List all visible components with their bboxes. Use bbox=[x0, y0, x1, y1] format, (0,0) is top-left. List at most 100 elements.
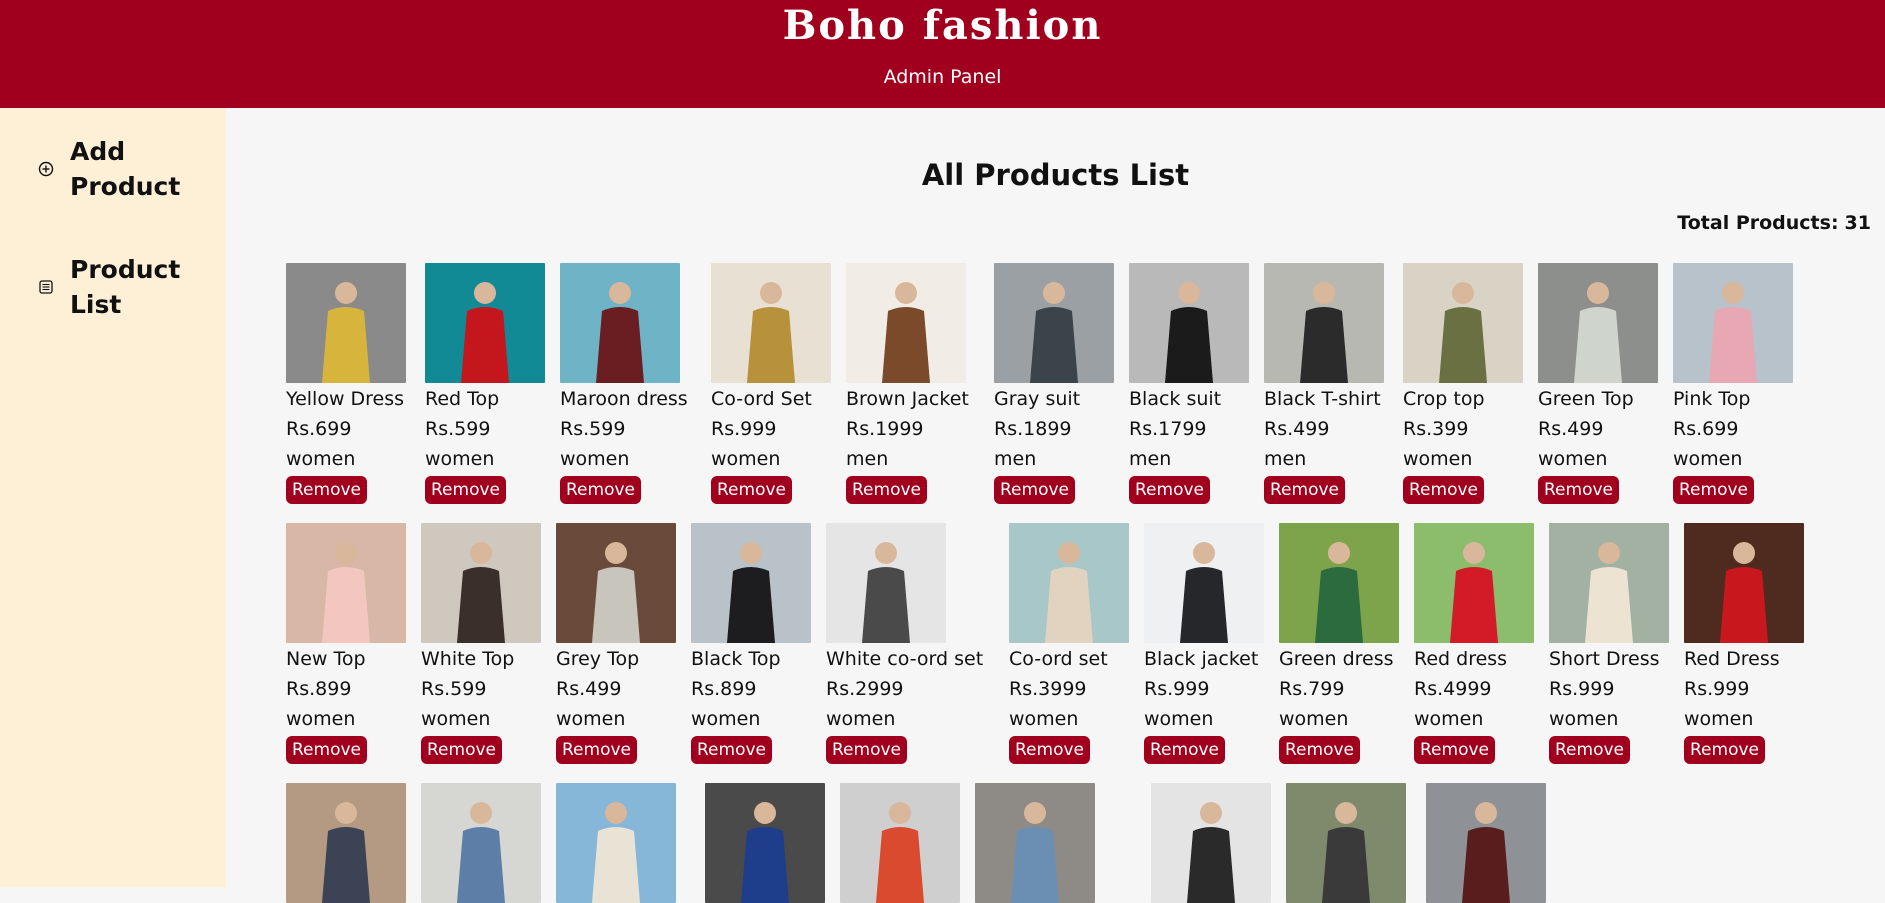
product-image bbox=[421, 783, 541, 903]
remove-button[interactable]: Remove bbox=[1549, 736, 1630, 764]
product-image bbox=[1549, 523, 1669, 643]
remove-button[interactable]: Remove bbox=[421, 736, 502, 764]
product-category: women bbox=[1673, 448, 1743, 470]
product-card: Red Dress Rs.999 women Remove bbox=[1684, 523, 1844, 764]
remove-button[interactable]: Remove bbox=[556, 736, 637, 764]
product-card: Black T-shirt Rs.499 men Remove bbox=[1264, 263, 1424, 504]
product-image bbox=[560, 263, 680, 383]
remove-button[interactable]: Remove bbox=[1009, 736, 1090, 764]
product-image bbox=[1279, 523, 1399, 643]
product-image bbox=[826, 523, 946, 643]
sidebar-item-label: Add Product bbox=[70, 137, 181, 201]
product-image bbox=[840, 783, 960, 903]
remove-button[interactable]: Remove bbox=[1673, 476, 1754, 504]
remove-button[interactable]: Remove bbox=[994, 476, 1075, 504]
remove-button[interactable]: Remove bbox=[1264, 476, 1345, 504]
product-category: women bbox=[286, 448, 356, 470]
product-image bbox=[846, 263, 966, 383]
product-name: Red Dress bbox=[1684, 648, 1780, 670]
product-image bbox=[1009, 523, 1129, 643]
product-price: Rs.599 bbox=[560, 418, 626, 440]
product-image bbox=[1144, 523, 1264, 643]
remove-button[interactable]: Remove bbox=[286, 736, 367, 764]
product-image bbox=[711, 263, 831, 383]
product-card: Pink Top Rs.699 women Remove bbox=[1673, 263, 1833, 504]
product-image bbox=[556, 783, 676, 903]
product-category: men bbox=[846, 448, 889, 470]
product-name: Maroon dress bbox=[560, 388, 688, 410]
product-name: White co-ord set bbox=[826, 648, 984, 670]
product-image bbox=[691, 523, 811, 643]
product-price: Rs.1999 bbox=[846, 418, 924, 440]
product-image bbox=[1403, 263, 1523, 383]
remove-button[interactable]: Remove bbox=[286, 476, 367, 504]
product-image bbox=[556, 523, 676, 643]
sidebar-item-product-list[interactable]: Product List bbox=[36, 252, 221, 322]
product-image bbox=[1129, 263, 1249, 383]
product-price: Rs.699 bbox=[286, 418, 352, 440]
product-image bbox=[705, 783, 825, 903]
list-icon bbox=[36, 277, 56, 297]
product-image bbox=[1673, 263, 1793, 383]
admin-panel-subtitle: Admin Panel bbox=[883, 66, 1002, 88]
remove-button[interactable]: Remove bbox=[846, 476, 927, 504]
product-image bbox=[994, 263, 1114, 383]
remove-button[interactable]: Remove bbox=[1414, 736, 1495, 764]
product-card bbox=[975, 783, 1135, 903]
sidebar-item-add-product[interactable]: Add Product bbox=[36, 134, 221, 204]
product-price: Rs.999 bbox=[1684, 678, 1750, 700]
remove-button[interactable]: Remove bbox=[1684, 736, 1765, 764]
product-name: Pink Top bbox=[1673, 388, 1751, 410]
product-card: Maroon dress Rs.599 women Remove bbox=[560, 263, 720, 504]
remove-button[interactable]: Remove bbox=[560, 476, 641, 504]
product-price: Rs.699 bbox=[1673, 418, 1739, 440]
product-card bbox=[556, 783, 716, 903]
product-price: Rs.2999 bbox=[826, 678, 904, 700]
product-image bbox=[425, 263, 545, 383]
product-name: Brown Jacket bbox=[846, 388, 969, 410]
total-products: Total Products: 31 bbox=[1671, 212, 1871, 234]
product-image bbox=[1426, 783, 1546, 903]
remove-button[interactable]: Remove bbox=[826, 736, 907, 764]
product-price: Rs.499 bbox=[1264, 418, 1330, 440]
remove-button[interactable]: Remove bbox=[1403, 476, 1484, 504]
product-image bbox=[1151, 783, 1271, 903]
product-card: White co-ord set Rs.2999 women Remove bbox=[826, 523, 986, 764]
remove-button[interactable]: Remove bbox=[1144, 736, 1225, 764]
product-name: Black T-shirt bbox=[1264, 388, 1381, 410]
remove-button[interactable]: Remove bbox=[691, 736, 772, 764]
product-category: men bbox=[1264, 448, 1307, 470]
total-products-count: 31 bbox=[1844, 212, 1871, 234]
main-content: All Products List Total Products: 31 Yell… bbox=[226, 108, 1885, 903]
page-title: All Products List bbox=[921, 158, 1190, 192]
total-products-label: Total Products: bbox=[1677, 212, 1839, 234]
product-category: women bbox=[1684, 708, 1754, 730]
product-image bbox=[286, 263, 406, 383]
product-card: Yellow Dress Rs.699 women Remove bbox=[286, 263, 446, 504]
remove-button[interactable]: Remove bbox=[425, 476, 506, 504]
product-image bbox=[421, 523, 541, 643]
sidebar: Add Product Product List bbox=[0, 108, 226, 887]
product-image bbox=[286, 523, 406, 643]
product-image bbox=[286, 783, 406, 903]
product-image bbox=[1684, 523, 1804, 643]
product-image bbox=[1264, 263, 1384, 383]
product-name: Yellow Dress bbox=[286, 388, 405, 410]
product-image bbox=[1538, 263, 1658, 383]
remove-button[interactable]: Remove bbox=[1279, 736, 1360, 764]
top-header: Boho fashion Admin Panel bbox=[0, 0, 1885, 108]
product-image bbox=[1286, 783, 1406, 903]
remove-button[interactable]: Remove bbox=[1538, 476, 1619, 504]
plus-circle-icon bbox=[36, 159, 56, 179]
brand-title: Boho fashion bbox=[782, 2, 1103, 49]
remove-button[interactable]: Remove bbox=[711, 476, 792, 504]
product-category: women bbox=[826, 708, 896, 730]
product-card bbox=[1286, 783, 1446, 903]
product-card: Brown Jacket Rs.1999 men Remove bbox=[846, 263, 1006, 504]
product-image bbox=[1414, 523, 1534, 643]
product-card bbox=[1426, 783, 1586, 903]
product-image bbox=[975, 783, 1095, 903]
sidebar-item-label: Product List bbox=[70, 255, 181, 319]
product-category: women bbox=[560, 448, 630, 470]
remove-button[interactable]: Remove bbox=[1129, 476, 1210, 504]
